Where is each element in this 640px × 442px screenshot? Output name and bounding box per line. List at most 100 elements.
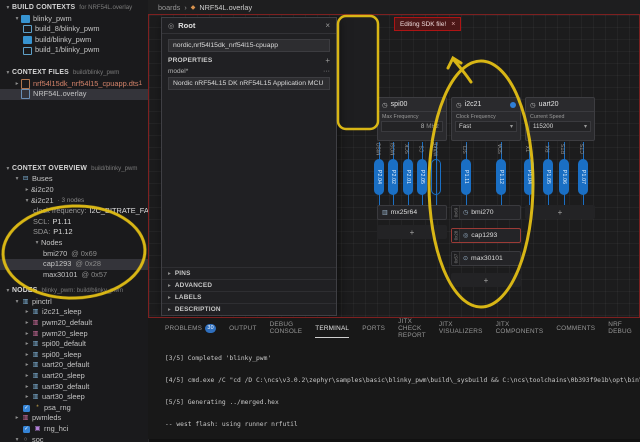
- tree-item-i2c20[interactable]: ▸ &i2c20: [0, 185, 148, 196]
- chevron-down-icon[interactable]: ▾: [33, 238, 41, 249]
- chevron-down-icon[interactable]: ▾: [13, 14, 21, 25]
- pin-p2-04[interactable]: P2.04: [374, 159, 384, 195]
- tree-item-buses[interactable]: ▾ ⊟ Buses: [0, 174, 148, 185]
- tab-ports[interactable]: PORTS: [362, 318, 385, 338]
- chevron-right-icon[interactable]: ▸: [23, 382, 31, 393]
- tab-jitx-visualizers[interactable]: JITX VISUALIZERS: [439, 318, 483, 338]
- file-item-dts[interactable]: ▸ nrf54l15dk_nrf54l15_cpuapp.dts 1: [0, 79, 148, 90]
- tree-item-nodes-group[interactable]: ▾ Nodes: [0, 238, 148, 249]
- tree-item-uart30-sleep[interactable]: ▸ ▥ uart30_sleep: [0, 392, 148, 403]
- pin-p2-01[interactable]: P2.01: [403, 159, 413, 195]
- section-nodes[interactable]: ▾ NODES blinky_pwm: build/blinky_pwm: [0, 286, 148, 297]
- add-property-icon[interactable]: +: [325, 56, 330, 65]
- model-field[interactable]: Nordic nRF54L15 DK nRF54L15 Application …: [168, 77, 330, 90]
- tree-item-spi00-default[interactable]: ▸ ▥ spi00_default: [0, 339, 148, 350]
- spi00-block[interactable]: ◷ spi00 Max Frequency 8 MHz: [377, 97, 447, 141]
- section-advanced[interactable]: ▸ ADVANCED: [162, 279, 336, 291]
- chevron-right-icon[interactable]: ▸: [13, 79, 21, 90]
- pin-p2-05[interactable]: P2.05: [417, 159, 427, 195]
- tree-item-build-1[interactable]: build_1/blinky_pwm: [0, 45, 148, 56]
- cap1293-card[interactable]: 0x28 ◎ cap1293: [451, 228, 521, 243]
- chevron-right-icon[interactable]: ▸: [23, 350, 31, 361]
- chevron-down-icon[interactable]: ▾: [4, 286, 12, 297]
- tree-item-cap1293[interactable]: cap1293 @ 0x28: [0, 259, 148, 270]
- spi00-add-device-button[interactable]: +: [377, 225, 447, 239]
- chevron-down-icon[interactable]: ▾: [13, 435, 21, 442]
- tree-item-psa-rng[interactable]: ✓ * psa_rng: [0, 403, 148, 414]
- tree-item-blinky-pwm[interactable]: ▾ blinky_pwm: [0, 14, 148, 25]
- tree-item-i2c21[interactable]: ▾ &i2c21 · 3 nodes: [0, 196, 148, 207]
- section-description[interactable]: ▸ DESCRIPTION: [162, 303, 336, 315]
- tree-item-bmi270[interactable]: bmi270 @ 0x69: [0, 249, 148, 260]
- chevron-right-icon[interactable]: ▸: [23, 339, 31, 350]
- chevron-right-icon[interactable]: ▸: [13, 413, 21, 424]
- compatible-field[interactable]: nordic,nrf54l15dk_nrf54l15-cpuapp: [168, 39, 330, 52]
- pin-p1-05[interactable]: P1.05: [543, 159, 553, 195]
- i2c21-block[interactable]: ◷ i2c21 Clock Frequency Fast ▾: [451, 97, 521, 141]
- tree-item-spi00-sleep[interactable]: ▸ ▥ spi00_sleep: [0, 350, 148, 361]
- close-icon[interactable]: ×: [325, 21, 330, 30]
- pin-p1-12[interactable]: P1.12: [496, 159, 506, 195]
- chevron-right-icon[interactable]: ▸: [23, 360, 31, 371]
- tab-problems[interactable]: PROBLEMS 30: [165, 318, 217, 338]
- tab-comments[interactable]: COMMENTS: [556, 318, 595, 338]
- chevron-right-icon[interactable]: ▸: [23, 329, 31, 340]
- file-item-overlay[interactable]: NRF54L.overlay: [0, 89, 148, 100]
- checkbox-checked[interactable]: ✓: [23, 404, 30, 412]
- tab-nrf-debug[interactable]: NRF DEBUG: [608, 318, 632, 338]
- i2c21-status-icon[interactable]: [510, 101, 516, 108]
- chevron-right-icon[interactable]: ▸: [23, 371, 31, 382]
- close-icon[interactable]: ×: [451, 21, 455, 28]
- pin-p1-06[interactable]: P1.06: [559, 159, 569, 195]
- i2c21-add-device-button[interactable]: +: [451, 273, 521, 287]
- tree-item-uart20-sleep[interactable]: ▸ ▥ uart20_sleep: [0, 371, 148, 382]
- chevron-right-icon[interactable]: ▸: [23, 307, 31, 318]
- tree-item-uart20-default[interactable]: ▸ ▥ uart20_default: [0, 360, 148, 371]
- pin-p1-04[interactable]: P1.04: [524, 159, 534, 195]
- tree-item-rng-hci[interactable]: ✓ ▣ rng_hci: [0, 424, 148, 435]
- pin-p1-07[interactable]: P1.07: [578, 159, 588, 195]
- tab-jitx-components[interactable]: JITX COMPONENTS: [496, 318, 544, 338]
- clock-frequency-select[interactable]: Fast ▾: [455, 121, 517, 132]
- chevron-down-icon[interactable]: ▾: [23, 196, 31, 207]
- mx25r64-card[interactable]: ▥ mx25r64: [377, 205, 447, 220]
- chevron-down-icon[interactable]: ▾: [4, 164, 12, 175]
- uart20-block[interactable]: ◷ uart20 Current Speed 115200 ▾: [525, 97, 595, 141]
- pin-p1-11[interactable]: P1.11: [461, 159, 471, 195]
- tree-item-build-8[interactable]: build_8/blinky_pwm: [0, 24, 148, 35]
- section-pins[interactable]: ▸ PINS: [162, 267, 336, 279]
- devicetree-visual-editor[interactable]: Editing SDK file! × ◎ Root × nordic,nrf5…: [148, 14, 640, 318]
- tab-output[interactable]: OUTPUT: [229, 318, 256, 338]
- chevron-right-icon[interactable]: ▸: [23, 185, 31, 196]
- pin-p2-02[interactable]: P2.02: [388, 159, 398, 195]
- section-context-overview[interactable]: ▾ CONTEXT OVERVIEW build/blinky_pwm: [0, 164, 148, 175]
- chevron-right-icon[interactable]: ▸: [23, 392, 31, 403]
- chevron-down-icon[interactable]: ▾: [4, 68, 12, 79]
- tree-item-pwm20-sleep[interactable]: ▸ ▥ pwm20_sleep: [0, 329, 148, 340]
- chevron-down-icon[interactable]: ▾: [13, 174, 21, 185]
- tree-item-soc[interactable]: ▾ ○ soc: [0, 435, 148, 442]
- section-labels[interactable]: ▸ LABELS: [162, 291, 336, 303]
- tree-item-i2c21-sleep[interactable]: ▸ ▥ i2c21_sleep: [0, 307, 148, 318]
- tab-terminal[interactable]: TERMINAL: [315, 318, 349, 338]
- chevron-down-icon[interactable]: ▾: [4, 3, 12, 14]
- tree-item-pwm20-default[interactable]: ▸ ▥ pwm20_default: [0, 318, 148, 329]
- current-speed-select[interactable]: 115200 ▾: [529, 121, 591, 132]
- pin-unassigned[interactable]: [431, 159, 441, 195]
- max-frequency-field[interactable]: 8 MHz: [381, 121, 443, 132]
- bmi270-card[interactable]: 0x69 ◷ bmi270: [451, 205, 521, 220]
- uart20-add-device-button[interactable]: +: [525, 205, 595, 219]
- tree-item-max30101[interactable]: max30101 @ 0x57: [0, 270, 148, 281]
- tree-item-uart30-default[interactable]: ▸ ▥ uart30_default: [0, 382, 148, 393]
- more-actions-icon[interactable]: ···: [323, 68, 330, 75]
- section-build-contexts[interactable]: ▾ BUILD CONTEXTS for NRF54L.overlay: [0, 3, 148, 14]
- tree-item-pwmleds[interactable]: ▸ ▥ pwmleds: [0, 413, 148, 424]
- tree-item-pinctrl[interactable]: ▾ ▥ pinctrl: [0, 297, 148, 308]
- chevron-down-icon[interactable]: ▾: [13, 297, 21, 308]
- tree-item-build[interactable]: build/blinky_pwm: [0, 35, 148, 46]
- chevron-right-icon[interactable]: ▸: [23, 318, 31, 329]
- breadcrumb[interactable]: boards › ◆ NRF54L.overlay: [148, 0, 640, 14]
- tab-debug-console[interactable]: DEBUG CONSOLE: [270, 318, 303, 338]
- section-context-files[interactable]: ▾ CONTEXT FILES build/blinky_pwm: [0, 68, 148, 79]
- checkbox-checked[interactable]: ✓: [23, 425, 30, 433]
